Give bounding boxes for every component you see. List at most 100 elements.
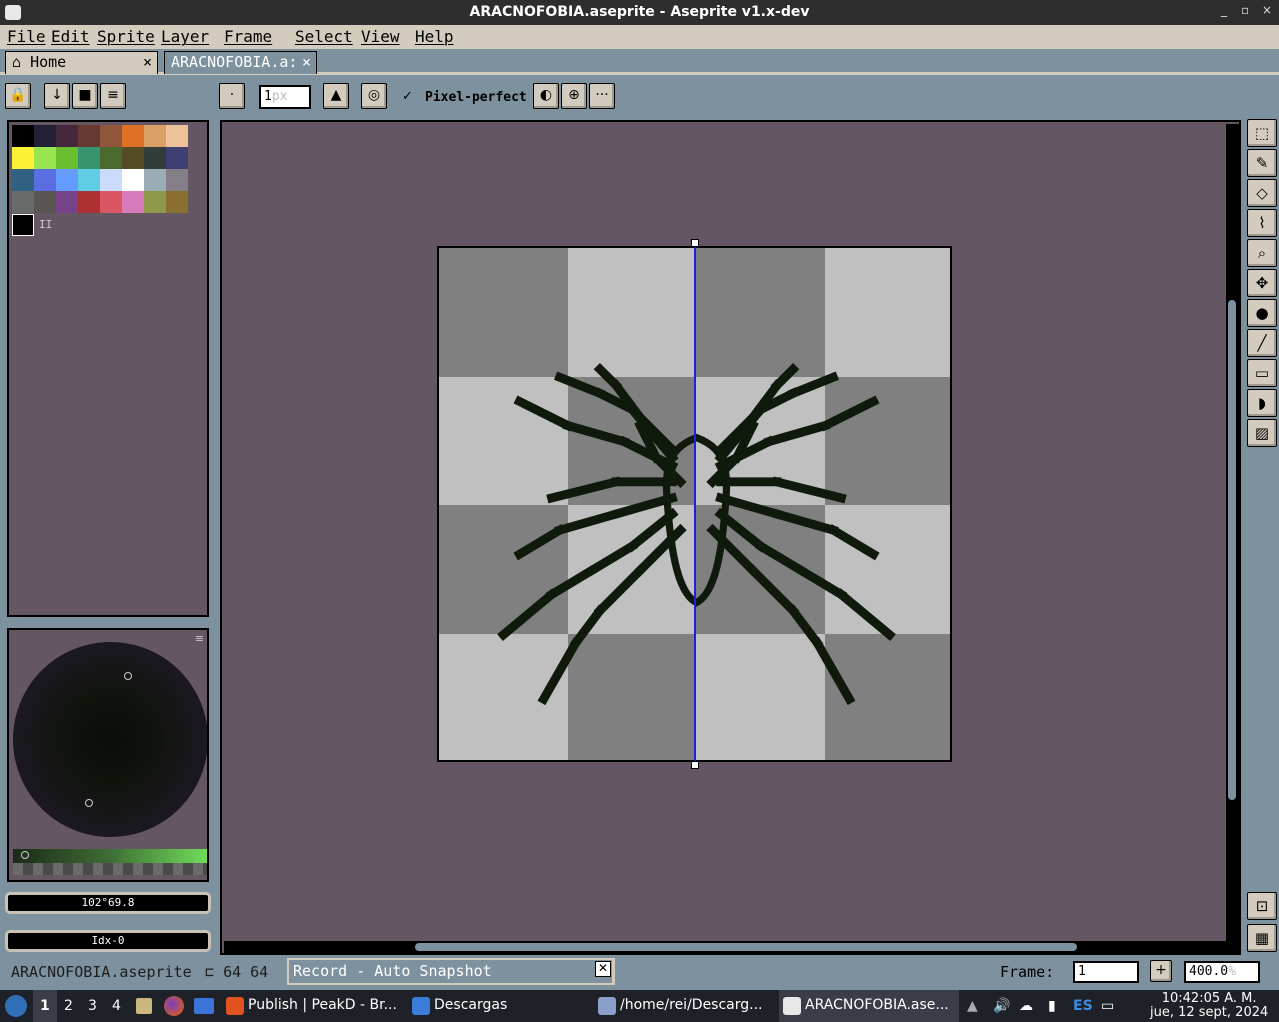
color-wheel[interactable]	[13, 642, 207, 837]
task-aseprite[interactable]: ARACNOFOBIA.ase...	[779, 990, 959, 1022]
palette-swatch[interactable]	[122, 169, 144, 191]
ink-icon[interactable]: ▲	[323, 83, 349, 109]
new-frame-icon[interactable]: +	[1150, 960, 1172, 982]
palette-swatch[interactable]	[34, 125, 56, 147]
menu-help[interactable]: Help	[415, 27, 454, 46]
eyedropper-icon[interactable]: ⌇	[1247, 209, 1277, 237]
palette-swatch[interactable]	[166, 125, 188, 147]
hsv-readout[interactable]: 102°69.8	[5, 892, 211, 914]
palette-swatch[interactable]	[78, 191, 100, 213]
lock-icon[interactable]: 🔒	[5, 83, 31, 109]
task-terminal[interactable]: /home/rei/Descarg...	[594, 990, 774, 1022]
eraser-icon[interactable]: ◇	[1247, 179, 1277, 207]
tray-updates-icon[interactable]: ▲	[967, 998, 978, 1014]
minimize-button[interactable]: _	[1221, 3, 1227, 17]
palette-swatch[interactable]	[144, 169, 166, 191]
menu-select[interactable]: Select	[295, 27, 353, 46]
workspace-4[interactable]: 4	[112, 998, 121, 1014]
palette-swatch[interactable]	[56, 147, 78, 169]
rectangular-marquee-icon[interactable]: ⬚	[1247, 119, 1277, 147]
value-slider[interactable]	[13, 849, 207, 863]
wheel-marker-primary[interactable]	[124, 672, 132, 680]
pencil-icon[interactable]: ✎	[1247, 149, 1277, 177]
palette-swatch[interactable]	[122, 191, 144, 213]
wheel-menu-icon[interactable]: ≡	[195, 632, 204, 645]
maximize-button[interactable]: ▫	[1241, 3, 1249, 17]
palette-swatch[interactable]	[56, 169, 78, 191]
palette-swatch[interactable]	[122, 147, 144, 169]
zoom-icon[interactable]: ⌕	[1247, 239, 1277, 267]
palette-swatch[interactable]	[78, 169, 100, 191]
keyboard-layout-indicator[interactable]: ES	[1073, 998, 1093, 1014]
timeline-toggle-icon[interactable]: ▦	[1247, 924, 1277, 952]
brush-size-input[interactable]: 1px	[259, 85, 311, 109]
palette-swatch[interactable]	[78, 125, 100, 147]
tab-home-close-icon[interactable]: ×	[143, 53, 152, 71]
zoom-input[interactable]: 400.0%	[1184, 961, 1260, 983]
palette-swatch[interactable]	[100, 147, 122, 169]
menu-sprite[interactable]: Sprite	[97, 27, 155, 46]
palette-swatch[interactable]	[144, 191, 166, 213]
opacity-icon[interactable]: ◎	[361, 83, 387, 109]
palette-swatch[interactable]	[100, 125, 122, 147]
horizontal-scrollbar-thumb[interactable]	[415, 943, 1077, 951]
palette-options-icon[interactable]: ≡	[100, 83, 126, 109]
palette-swatch[interactable]	[166, 191, 188, 213]
palette-swatch[interactable]	[56, 125, 78, 147]
palette-swatch[interactable]	[12, 169, 34, 191]
dynamics-icon[interactable]: ⊕	[561, 83, 587, 109]
frame-input[interactable]: 1	[1073, 961, 1139, 983]
palette-swatch[interactable]	[144, 147, 166, 169]
record-close-icon[interactable]: ✕	[595, 961, 611, 977]
network-icon[interactable]: ▭	[1101, 998, 1114, 1014]
alpha-slider[interactable]	[13, 863, 207, 875]
workspace-3[interactable]: 3	[88, 998, 97, 1014]
start-menu-icon[interactable]	[5, 995, 27, 1017]
palette-swatch[interactable]	[34, 147, 56, 169]
palette-swatch[interactable]	[100, 191, 122, 213]
color-index-readout[interactable]: Idx-0	[5, 930, 211, 952]
desktop-launcher-icon[interactable]	[194, 998, 214, 1014]
palette-swatch[interactable]	[12, 147, 34, 169]
blur-icon[interactable]: ▨	[1247, 419, 1277, 447]
menu-view[interactable]: View	[361, 27, 400, 46]
palette-swatch[interactable]	[56, 191, 78, 213]
task-descargas[interactable]: Descargas	[408, 990, 588, 1022]
symmetry-handle-top[interactable]	[691, 239, 699, 247]
cloud-icon[interactable]: ☁	[1019, 998, 1033, 1014]
rectangle-icon[interactable]: ▭	[1247, 359, 1277, 387]
palette-swatch[interactable]	[34, 169, 56, 191]
palette-swatch[interactable]	[144, 125, 166, 147]
tab-aracnofobia-close-icon[interactable]: ×	[302, 53, 311, 71]
vertical-scrollbar-thumb[interactable]	[1228, 300, 1236, 800]
palette-swatch[interactable]	[12, 191, 34, 213]
menu-edit[interactable]: Edit	[51, 27, 90, 46]
close-window-button[interactable]: ×	[1262, 3, 1272, 17]
clock[interactable]: 10:42:05 A. M. jue, 12 sept, 2024	[1150, 992, 1268, 1020]
paint-bucket-icon[interactable]: ●	[1247, 299, 1277, 327]
tab-aracnofobia[interactable]: ARACNOFOBIA.a: ×	[164, 51, 317, 74]
task-browser[interactable]: Publish | PeakD - Br...	[222, 990, 402, 1022]
pixel-perfect-label[interactable]: Pixel-perfect	[425, 90, 527, 105]
palette-sort-icon[interactable]: ↓	[44, 83, 70, 109]
symmetry-handle-bottom[interactable]	[691, 761, 699, 769]
menu-frame[interactable]: Frame	[224, 27, 272, 46]
palette-swatch[interactable]	[78, 147, 100, 169]
palette-swatch[interactable]	[166, 147, 188, 169]
workspace-1[interactable]: 1	[40, 998, 50, 1014]
palette-swatch[interactable]	[122, 125, 144, 147]
palette-swatch[interactable]	[166, 169, 188, 191]
palette-swatch[interactable]	[12, 125, 34, 147]
pixel-perfect-checkbox[interactable]: ✓	[402, 89, 413, 104]
clipboard-icon[interactable]: ▮	[1048, 998, 1056, 1014]
wheel-marker-secondary[interactable]	[85, 799, 93, 807]
firefox-launcher-icon[interactable]	[164, 996, 184, 1016]
file-manager-launcher-icon[interactable]	[136, 998, 152, 1014]
palette-swatch[interactable]	[34, 191, 56, 213]
brush-type-icon[interactable]: ·	[219, 83, 245, 109]
workspace-2[interactable]: 2	[64, 998, 73, 1014]
more-options-button[interactable]: ···	[589, 83, 615, 109]
volume-icon[interactable]: 🔊	[993, 998, 1010, 1014]
menu-layer[interactable]: Layer	[161, 27, 209, 46]
contour-icon[interactable]: ◗	[1247, 389, 1277, 417]
